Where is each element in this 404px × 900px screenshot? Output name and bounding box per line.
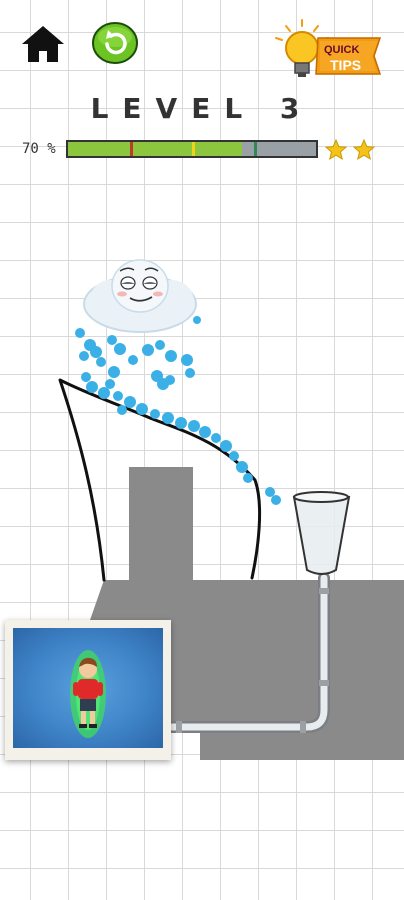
progress-bar [66,140,318,158]
boy-character [70,650,106,738]
progress-marker-2 [192,142,195,156]
cloud-character [83,259,197,333]
star-icon [324,138,348,161]
progress-marker-3 [254,142,257,156]
star-icon [352,138,376,161]
level-title: LEVEL 3 [90,92,314,125]
progress-marker-1 [130,142,133,156]
progress-percent: 70 % [22,141,56,157]
tips-line-2: TIPS [330,57,362,73]
restart-icon [92,22,138,64]
star-rating [324,138,376,161]
tips-line-1: QUICK [324,44,360,56]
pillar-block [129,467,193,582]
restart-button[interactable] [92,22,138,64]
character-backdrop [13,628,163,748]
home-button[interactable] [18,22,68,66]
character-card[interactable] [5,620,171,760]
quick-tips-button[interactable]: QUICK TIPS [268,18,386,90]
home-icon [22,26,64,62]
progress-fill [68,142,242,156]
glass-cup [292,491,351,575]
game-scene [58,259,404,760]
